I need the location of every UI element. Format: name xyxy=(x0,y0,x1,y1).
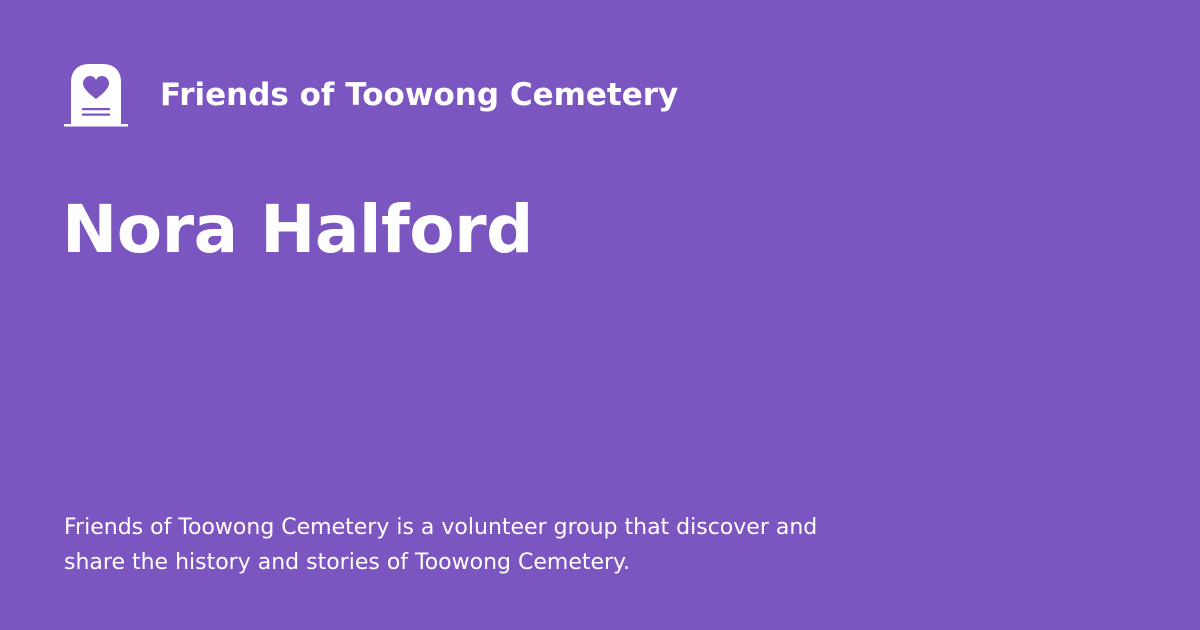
site-name: Friends of Toowong Cemetery xyxy=(160,76,679,113)
description-line-1: Friends of Toowong Cemetery is a volunte… xyxy=(64,515,818,540)
site-header: Friends of Toowong Cemetery xyxy=(64,64,678,128)
tombstone-heart-icon xyxy=(64,64,128,128)
site-description: Friends of Toowong Cemetery is a volunte… xyxy=(64,510,844,580)
page-title: Nora Halford xyxy=(62,191,533,268)
social-card: Friends of Toowong Cemetery Nora Halford… xyxy=(0,0,1200,630)
description-line-2: share the history and stories of Toowong… xyxy=(64,550,630,575)
